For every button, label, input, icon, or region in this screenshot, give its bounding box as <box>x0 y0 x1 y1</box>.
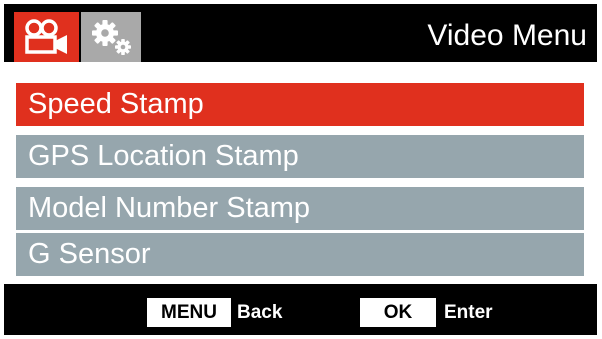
page-title: Video Menu <box>427 19 587 52</box>
menu-item-speed-stamp[interactable]: Speed Stamp <box>16 83 584 126</box>
menu-key-badge[interactable]: MENU <box>147 298 231 327</box>
back-label: Back <box>237 302 283 323</box>
menu-item-gps-location-stamp[interactable]: GPS Location Stamp <box>16 135 584 178</box>
dashcam-screen: Video Menu Speed Stamp GPS Location Stam… <box>4 4 597 335</box>
menu-header: Video Menu <box>4 4 597 62</box>
menu-list: Speed Stamp GPS Location Stamp Model Num… <box>4 62 597 284</box>
gears-icon <box>92 20 131 55</box>
ok-key-badge[interactable]: OK <box>360 298 436 327</box>
tab-video[interactable] <box>14 12 79 62</box>
menu-item-g-sensor[interactable]: G Sensor <box>16 233 584 276</box>
button-hints: MENU Back OK Enter <box>4 284 597 335</box>
tab-settings[interactable] <box>81 12 141 62</box>
video-camera-icon <box>24 19 67 54</box>
menu-item-model-number-stamp[interactable]: Model Number Stamp <box>16 187 584 230</box>
enter-label: Enter <box>444 302 493 323</box>
